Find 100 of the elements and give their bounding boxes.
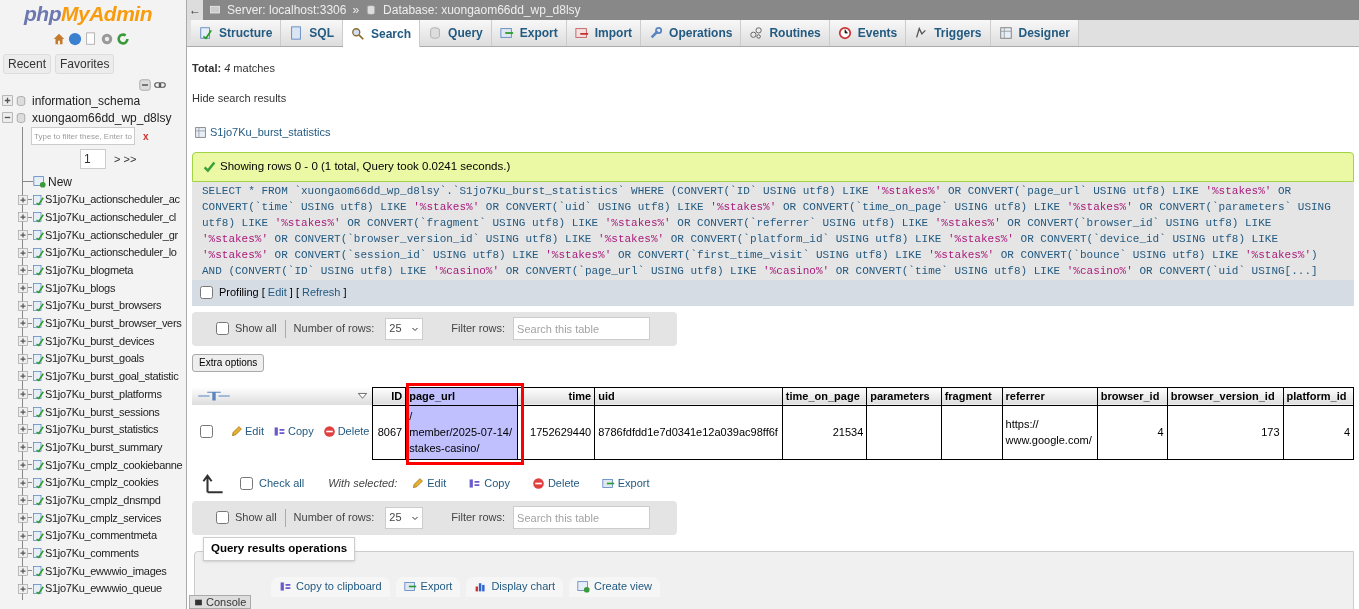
table-item[interactable]: S1jo7Ku_burst_summary: [45, 438, 163, 456]
table-item[interactable]: S1jo7Ku_comments: [45, 545, 139, 562]
operation-link[interactable]: Copy to clipboard: [271, 576, 390, 597]
tab[interactable]: Events: [829, 20, 907, 46]
tab[interactable]: Export: [491, 20, 567, 46]
tab[interactable]: Structure: [191, 20, 282, 46]
table-item[interactable]: S1jo7Ku_actionscheduler_ac: [45, 191, 180, 208]
dropdown-triangle-icon[interactable]: [357, 390, 368, 401]
table-item[interactable]: S1jo7Ku_cmplz_cookiebanne: [45, 456, 183, 474]
column-header[interactable]: uid: [594, 387, 783, 405]
tab[interactable]: Query: [420, 20, 492, 46]
checkbox[interactable]: [200, 425, 213, 438]
column-arrows-icon[interactable]: [196, 389, 232, 402]
table-item[interactable]: S1jo7Ku_burst_platforms: [45, 385, 162, 403]
table-item[interactable]: S1jo7Ku_cmplz_services: [45, 509, 162, 527]
tab[interactable]: Triggers: [906, 20, 991, 46]
reload-icon[interactable]: [116, 32, 130, 46]
rows-select[interactable]: 25: [385, 506, 424, 529]
expand-icon[interactable]: [18, 548, 28, 559]
clear-filter-button[interactable]: x: [143, 128, 149, 144]
column-header[interactable]: platform_id: [1283, 387, 1354, 405]
expand-icon[interactable]: [18, 565, 28, 576]
tab[interactable]: SQL: [281, 20, 343, 46]
table-item[interactable]: S1jo7Ku_burst_statistics: [45, 421, 159, 438]
home-icon[interactable]: [52, 32, 66, 46]
table-item[interactable]: S1jo7Ku_actionscheduler_gr: [45, 226, 178, 244]
table-item[interactable]: S1jo7Ku_ewwwio_images: [45, 562, 167, 580]
row-action-link[interactable]: Delete: [322, 423, 370, 440]
expand-icon[interactable]: [18, 318, 28, 329]
bulk-action-link[interactable]: Export: [601, 475, 650, 492]
expand-icon[interactable]: [18, 406, 28, 417]
expand-icon[interactable]: [18, 265, 28, 276]
table-item[interactable]: S1jo7Ku_burst_goals: [45, 350, 144, 367]
console-button[interactable]: Console: [189, 595, 252, 609]
checkbox[interactable]: [216, 511, 229, 524]
check-all-link[interactable]: Check all: [259, 475, 305, 492]
expand-icon[interactable]: [18, 371, 28, 382]
table-item[interactable]: S1jo7Ku_cmplz_dnsmpd: [45, 491, 161, 509]
filter-field[interactable]: Search this table: [513, 506, 651, 529]
expand-icon[interactable]: [18, 583, 28, 594]
rows-select[interactable]: 25: [385, 317, 424, 340]
expand-icon[interactable]: [18, 300, 28, 311]
sidebar-tab[interactable]: Favorites: [55, 54, 115, 74]
operation-link[interactable]: Display chart: [466, 576, 563, 597]
table-link[interactable]: S1jo7Ku_burst_statistics: [210, 124, 331, 141]
bulk-action-link[interactable]: Copy: [468, 475, 510, 492]
table-item[interactable]: S1jo7Ku_cmplz_cookies: [45, 474, 159, 491]
expand-icon[interactable]: [18, 459, 28, 470]
database-item[interactable]: xuongaom66dd_wp_d8lsy: [32, 108, 172, 127]
expand-icon[interactable]: [18, 442, 28, 453]
tab[interactable]: Import: [566, 20, 642, 46]
sidebar-tab[interactable]: Recent: [3, 54, 52, 74]
expand-icon[interactable]: [18, 512, 28, 523]
settings-icon[interactable]: [100, 32, 114, 46]
column-header[interactable]: ID: [372, 387, 406, 405]
back-button[interactable]: ←: [187, 0, 203, 20]
table-item[interactable]: S1jo7Ku_commentmeta: [45, 527, 157, 544]
table-item[interactable]: S1jo7Ku_ewwwio_queue: [45, 580, 162, 597]
column-header[interactable]: browser_id: [1097, 387, 1168, 405]
filter-field[interactable]: Type to filter these, Enter to: [31, 127, 135, 145]
page-select[interactable]: 1: [80, 149, 106, 169]
bulk-action-link[interactable]: Edit: [411, 475, 447, 492]
edit-link[interactable]: Edit: [267, 284, 287, 301]
tab[interactable]: Operations: [641, 20, 742, 46]
column-header[interactable]: referrer: [1002, 387, 1098, 405]
row-action-link[interactable]: Copy: [272, 423, 314, 440]
collapse-all-icon[interactable]: [139, 79, 151, 91]
column-header[interactable]: time: [517, 387, 595, 405]
tab[interactable]: Search: [343, 20, 421, 47]
next-page-link[interactable]: > >>: [114, 150, 137, 168]
table-item[interactable]: S1jo7Ku_blogs: [45, 279, 116, 297]
expand-icon[interactable]: [18, 212, 28, 223]
collapse-icon[interactable]: [2, 112, 13, 123]
new-table-link[interactable]: New: [48, 172, 72, 191]
expand-icon[interactable]: [2, 95, 13, 106]
table-item[interactable]: S1jo7Ku_burst_browsers: [45, 297, 162, 314]
column-header[interactable]: browser_version_id: [1167, 387, 1283, 405]
expand-icon[interactable]: [18, 353, 28, 364]
checkbox[interactable]: [216, 322, 229, 335]
expand-icon[interactable]: [18, 336, 28, 347]
expand-icon[interactable]: [18, 194, 28, 205]
expand-icon[interactable]: [18, 477, 28, 488]
table-item[interactable]: S1jo7Ku_burst_sessions: [45, 403, 160, 421]
expand-icon[interactable]: [18, 229, 28, 240]
tab[interactable]: Routines: [741, 20, 830, 46]
filter-field[interactable]: Search this table: [513, 317, 651, 340]
hide-results-link[interactable]: Hide search results: [192, 89, 1354, 106]
table-item[interactable]: S1jo7Ku_burst_browser_vers: [45, 315, 182, 332]
expand-icon[interactable]: [18, 247, 28, 258]
row-action-link[interactable]: Edit: [230, 423, 264, 440]
operation-link[interactable]: Export: [395, 576, 461, 597]
expand-icon[interactable]: [18, 389, 28, 400]
expand-icon[interactable]: [18, 495, 28, 506]
bulk-action-link[interactable]: Delete: [531, 475, 580, 492]
checkbox[interactable]: [240, 477, 253, 490]
database-item[interactable]: information_schema: [32, 91, 141, 110]
extra-options-button[interactable]: Extra options: [192, 353, 265, 372]
link-icon[interactable]: [154, 79, 166, 91]
table-item[interactable]: S1jo7Ku_burst_devices: [45, 332, 155, 350]
checkbox[interactable]: [200, 286, 213, 299]
